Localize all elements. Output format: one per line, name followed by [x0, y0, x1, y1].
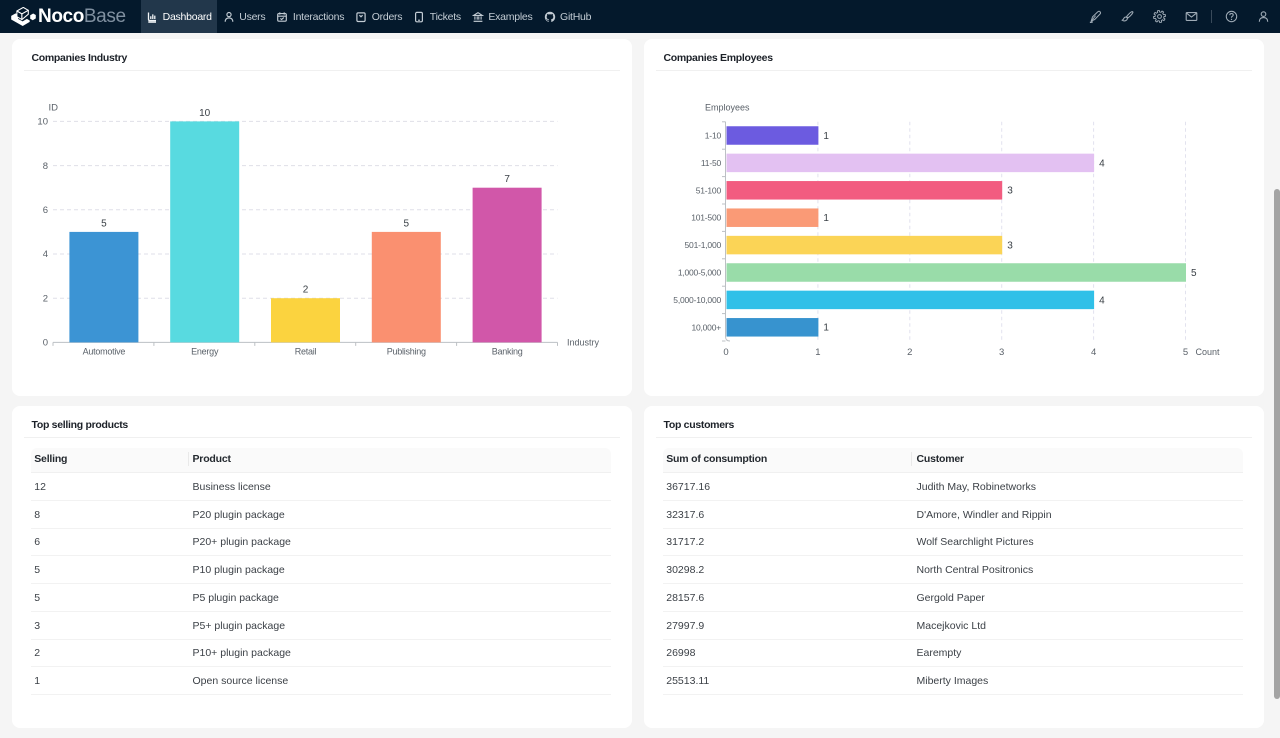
svg-text:11-50: 11-50	[701, 158, 722, 168]
svg-text:Count: Count	[1196, 347, 1221, 357]
svg-text:1: 1	[823, 323, 829, 334]
svg-text:ID: ID	[49, 103, 59, 114]
svg-text:3: 3	[1007, 186, 1013, 197]
svg-text:0: 0	[723, 347, 728, 358]
svg-text:1: 1	[815, 347, 820, 358]
svg-text:8: 8	[43, 161, 48, 172]
svg-text:5: 5	[404, 218, 410, 229]
svg-text:4: 4	[43, 249, 48, 260]
svg-text:101-500: 101-500	[691, 213, 721, 223]
svg-text:5: 5	[1183, 347, 1188, 358]
svg-text:6: 6	[43, 205, 48, 216]
svg-text:Industry: Industry	[567, 338, 600, 348]
svg-text:5,000-10,000: 5,000-10,000	[673, 295, 721, 305]
svg-text:1-10: 1-10	[705, 131, 722, 141]
svg-text:501-1,000: 501-1,000	[685, 240, 722, 250]
svg-text:Automotive: Automotive	[83, 347, 126, 357]
svg-text:2: 2	[43, 293, 48, 304]
svg-text:1,000-5,000: 1,000-5,000	[678, 268, 722, 278]
svg-text:Publishing: Publishing	[387, 347, 426, 357]
svg-text:10: 10	[199, 108, 211, 119]
svg-text:5: 5	[1191, 268, 1197, 279]
svg-text:5: 5	[101, 218, 107, 229]
svg-text:7: 7	[504, 174, 510, 185]
svg-text:2: 2	[303, 285, 309, 296]
svg-text:Energy: Energy	[191, 347, 219, 357]
svg-text:2: 2	[907, 347, 912, 358]
svg-text:4: 4	[1099, 158, 1105, 169]
svg-text:10,000+: 10,000+	[691, 322, 721, 332]
svg-text:1: 1	[823, 213, 829, 224]
svg-text:51-100: 51-100	[696, 185, 722, 195]
svg-text:3: 3	[1007, 241, 1013, 252]
svg-text:3: 3	[999, 347, 1004, 358]
svg-text:1: 1	[823, 131, 829, 142]
svg-text:Employees: Employees	[705, 103, 750, 113]
svg-text:4: 4	[1099, 295, 1105, 306]
svg-text:Banking: Banking	[492, 347, 523, 357]
svg-text:4: 4	[1091, 347, 1096, 358]
svg-text:0: 0	[43, 338, 48, 349]
svg-text:10: 10	[37, 117, 48, 128]
svg-text:Retail: Retail	[295, 347, 317, 357]
